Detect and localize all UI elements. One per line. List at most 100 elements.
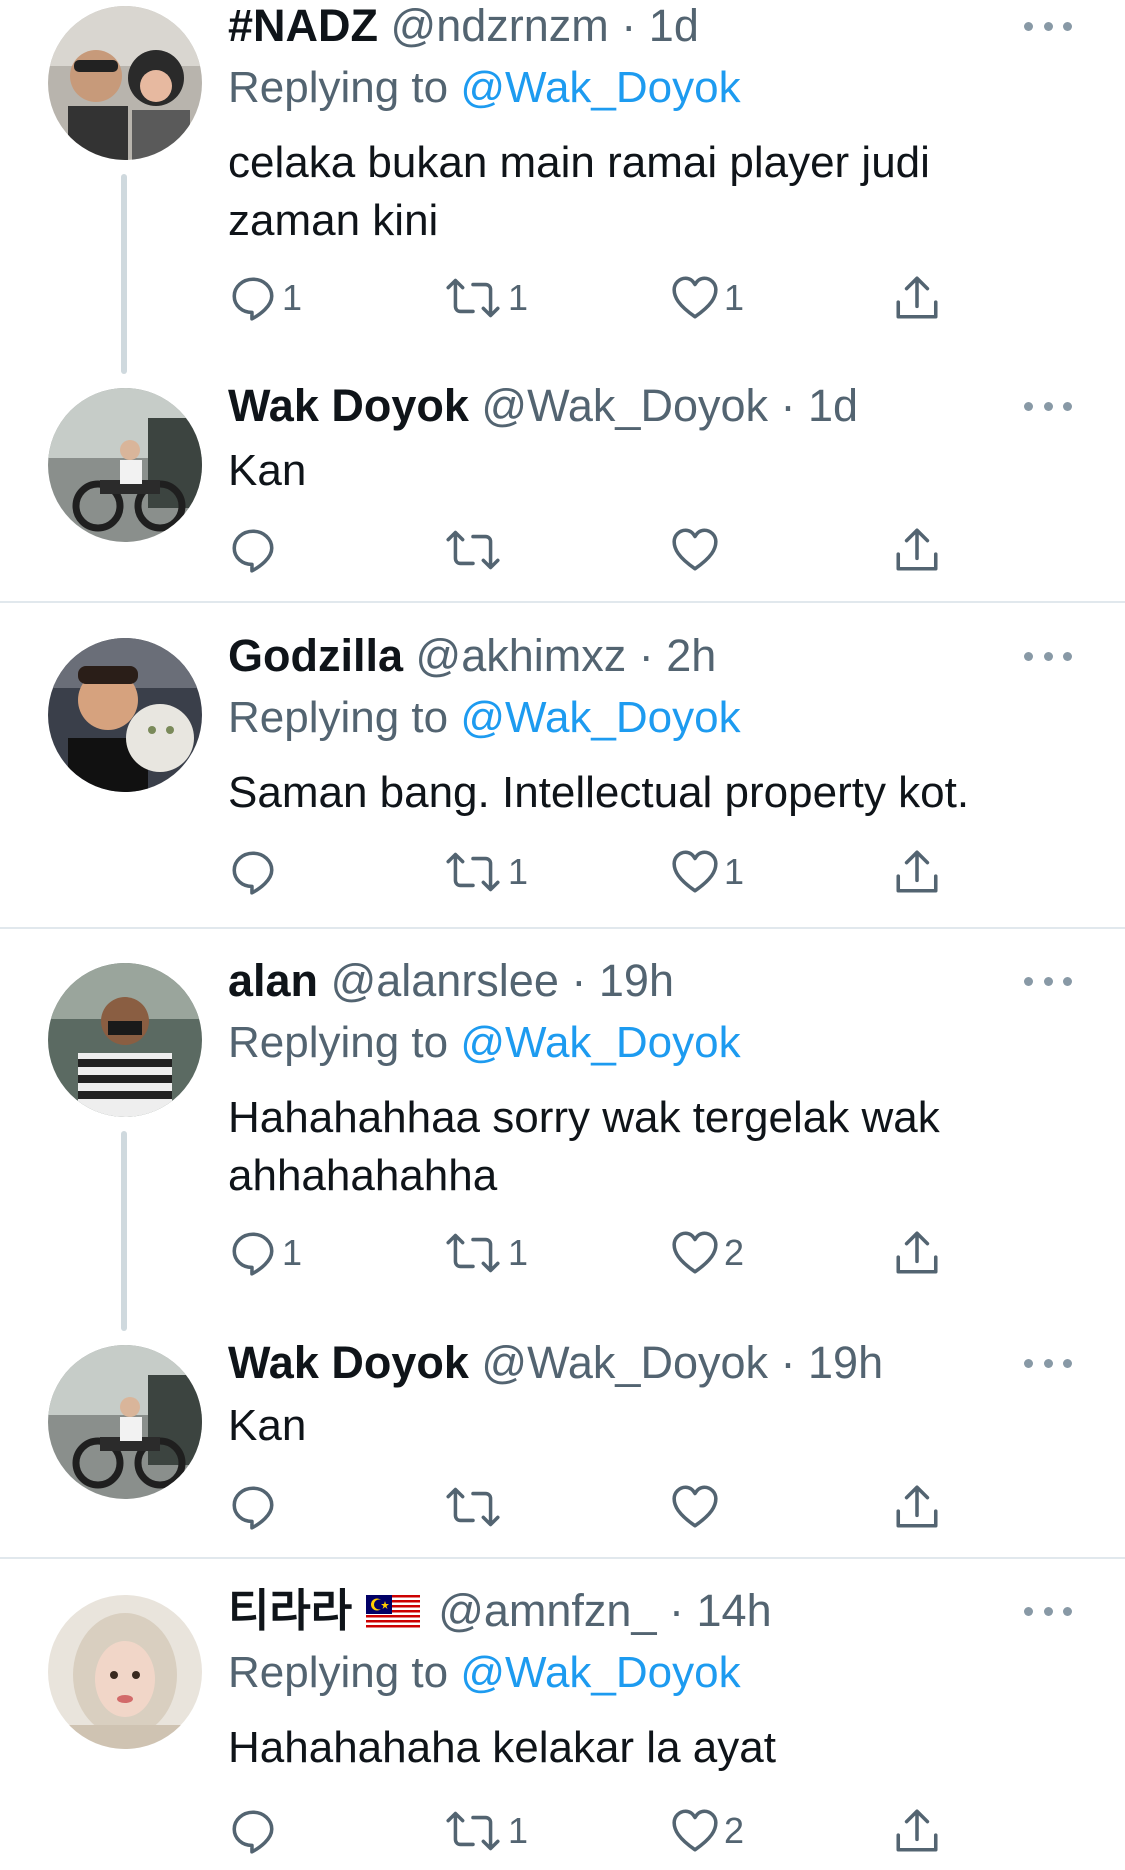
display-name[interactable]: Wak Doyok <box>228 380 469 431</box>
user-handle[interactable]: @alanrslee <box>331 955 559 1006</box>
retweet-button[interactable]: 1 <box>442 1801 528 1861</box>
separator-dot: · <box>780 1337 796 1388</box>
tweet-text: Kan <box>228 1401 307 1450</box>
tweet-header: alan @alanrslee · 19h <box>228 953 674 1009</box>
more-options-icon[interactable] <box>1024 971 1072 991</box>
like-button[interactable]: 1 <box>670 842 744 902</box>
mention-link[interactable]: @Wak_Doyok <box>460 1648 740 1697</box>
like-button[interactable] <box>670 1477 720 1537</box>
timestamp[interactable]: 2h <box>666 630 716 681</box>
user-handle[interactable]: @akhimxz <box>416 630 627 681</box>
user-handle[interactable]: @Wak_Doyok <box>481 380 768 431</box>
avatar[interactable] <box>48 963 202 1117</box>
mention-link[interactable]: @Wak_Doyok <box>460 63 740 112</box>
user-handle[interactable]: @amnfzn_ <box>438 1585 656 1636</box>
reply-count: 1 <box>282 277 303 318</box>
share-button[interactable] <box>892 268 942 328</box>
separator-dot: · <box>638 630 654 681</box>
display-name[interactable]: alan <box>228 955 318 1006</box>
separator-dot: · <box>780 380 796 431</box>
timestamp[interactable]: 1d <box>808 380 858 431</box>
tweet-text: Kan <box>228 446 307 495</box>
reply-icon <box>228 1806 278 1856</box>
like-button[interactable]: 2 <box>670 1801 744 1861</box>
heart-icon <box>670 273 720 323</box>
avatar[interactable] <box>48 1595 202 1749</box>
reply-button[interactable] <box>228 1477 278 1537</box>
more-options-icon[interactable] <box>1024 16 1072 36</box>
timestamp[interactable]: 19h <box>808 1337 883 1388</box>
share-button[interactable] <box>892 1223 942 1283</box>
avatar[interactable] <box>48 388 202 542</box>
tweet[interactable]: Wak Doyok @Wak_Doyok · 19h Kan <box>0 1335 1125 1557</box>
share-button[interactable] <box>892 842 942 902</box>
tweet-actions: 1 2 <box>0 1801 1125 1861</box>
tweet-actions: 1 1 <box>0 842 1125 902</box>
tweet-text: Hahahahaha kelakar la ayat <box>228 1723 776 1772</box>
timestamp[interactable]: 19h <box>599 955 674 1006</box>
replying-to-label: Replying to <box>228 693 449 742</box>
heart-icon <box>670 1228 720 1278</box>
avatar[interactable] <box>48 1345 202 1499</box>
avatar[interactable] <box>48 6 202 160</box>
more-options-icon[interactable] <box>1024 646 1072 666</box>
share-button[interactable] <box>892 520 942 580</box>
reply-button[interactable]: 1 <box>228 1223 302 1283</box>
reply-icon <box>228 273 278 323</box>
reply-button[interactable]: 1 <box>228 268 302 328</box>
like-button[interactable]: 1 <box>670 268 744 328</box>
divider <box>0 1557 1125 1559</box>
tweet[interactable]: Wak Doyok @Wak_Doyok · 1d Kan <box>0 380 1125 602</box>
reply-button[interactable] <box>228 842 278 902</box>
display-name[interactable]: Godzilla <box>228 630 403 681</box>
tweet[interactable]: #NADZ @ndzrnzm · 1d Replying to @Wak_Doy… <box>0 0 1125 380</box>
retweet-icon <box>442 1806 504 1856</box>
tweet[interactable]: 티라라 @amnfzn_ · 14h Replying to @Wak_Doyok… <box>0 1585 1125 1870</box>
retweet-count: 1 <box>508 1810 529 1851</box>
mention-link[interactable]: @Wak_Doyok <box>460 693 740 742</box>
separator-dot: · <box>669 1585 684 1636</box>
tweet-actions <box>0 1477 1125 1537</box>
heart-icon <box>670 1806 720 1856</box>
reply-button[interactable] <box>228 1801 278 1861</box>
like-button[interactable]: 2 <box>670 1223 744 1283</box>
display-name[interactable]: #NADZ <box>228 0 378 51</box>
share-icon <box>892 1482 942 1532</box>
heart-icon <box>670 847 720 897</box>
reply-count: 1 <box>282 1232 303 1273</box>
reply-icon <box>228 847 278 897</box>
share-button[interactable] <box>892 1477 942 1537</box>
retweet-button[interactable]: 1 <box>442 268 528 328</box>
timestamp[interactable]: 14h <box>697 1585 772 1636</box>
reply-button[interactable] <box>228 520 278 580</box>
avatar[interactable] <box>48 638 202 792</box>
share-icon <box>892 525 942 575</box>
retweet-icon <box>442 1482 504 1532</box>
user-handle[interactable]: @Wak_Doyok <box>481 1337 768 1388</box>
tweet-header: 티라라 @amnfzn_ · 14h <box>228 1583 772 1642</box>
like-button[interactable] <box>670 520 720 580</box>
replying-to-label: Replying to <box>228 1018 449 1067</box>
tweet[interactable]: alan @alanrslee · 19h Replying to @Wak_D… <box>0 955 1125 1335</box>
retweet-button[interactable]: 1 <box>442 842 528 902</box>
retweet-button[interactable] <box>442 1477 504 1537</box>
more-options-icon[interactable] <box>1024 396 1072 416</box>
display-name[interactable]: 티라라 <box>228 1585 352 1636</box>
like-count: 2 <box>724 1810 745 1851</box>
more-options-icon[interactable] <box>1024 1601 1072 1621</box>
timestamp[interactable]: 1d <box>649 0 699 51</box>
share-button[interactable] <box>892 1801 942 1861</box>
retweet-button[interactable] <box>442 520 504 580</box>
tweet-text: celaka bukan main ramai player judi zama… <box>228 138 930 245</box>
separator-dot: · <box>621 0 637 51</box>
heart-icon <box>670 1482 720 1532</box>
mention-link[interactable]: @Wak_Doyok <box>460 1018 740 1067</box>
retweet-button[interactable]: 1 <box>442 1223 528 1283</box>
tweet-actions <box>0 520 1125 580</box>
reply-icon <box>228 1482 278 1532</box>
tweet[interactable]: Godzilla @akhimxz · 2h Replying to @Wak_… <box>0 628 1125 928</box>
display-name[interactable]: Wak Doyok <box>228 1337 469 1388</box>
user-handle[interactable]: @ndzrnzm <box>391 0 609 51</box>
replying-to-label: Replying to <box>228 1648 449 1697</box>
more-options-icon[interactable] <box>1024 1353 1072 1373</box>
